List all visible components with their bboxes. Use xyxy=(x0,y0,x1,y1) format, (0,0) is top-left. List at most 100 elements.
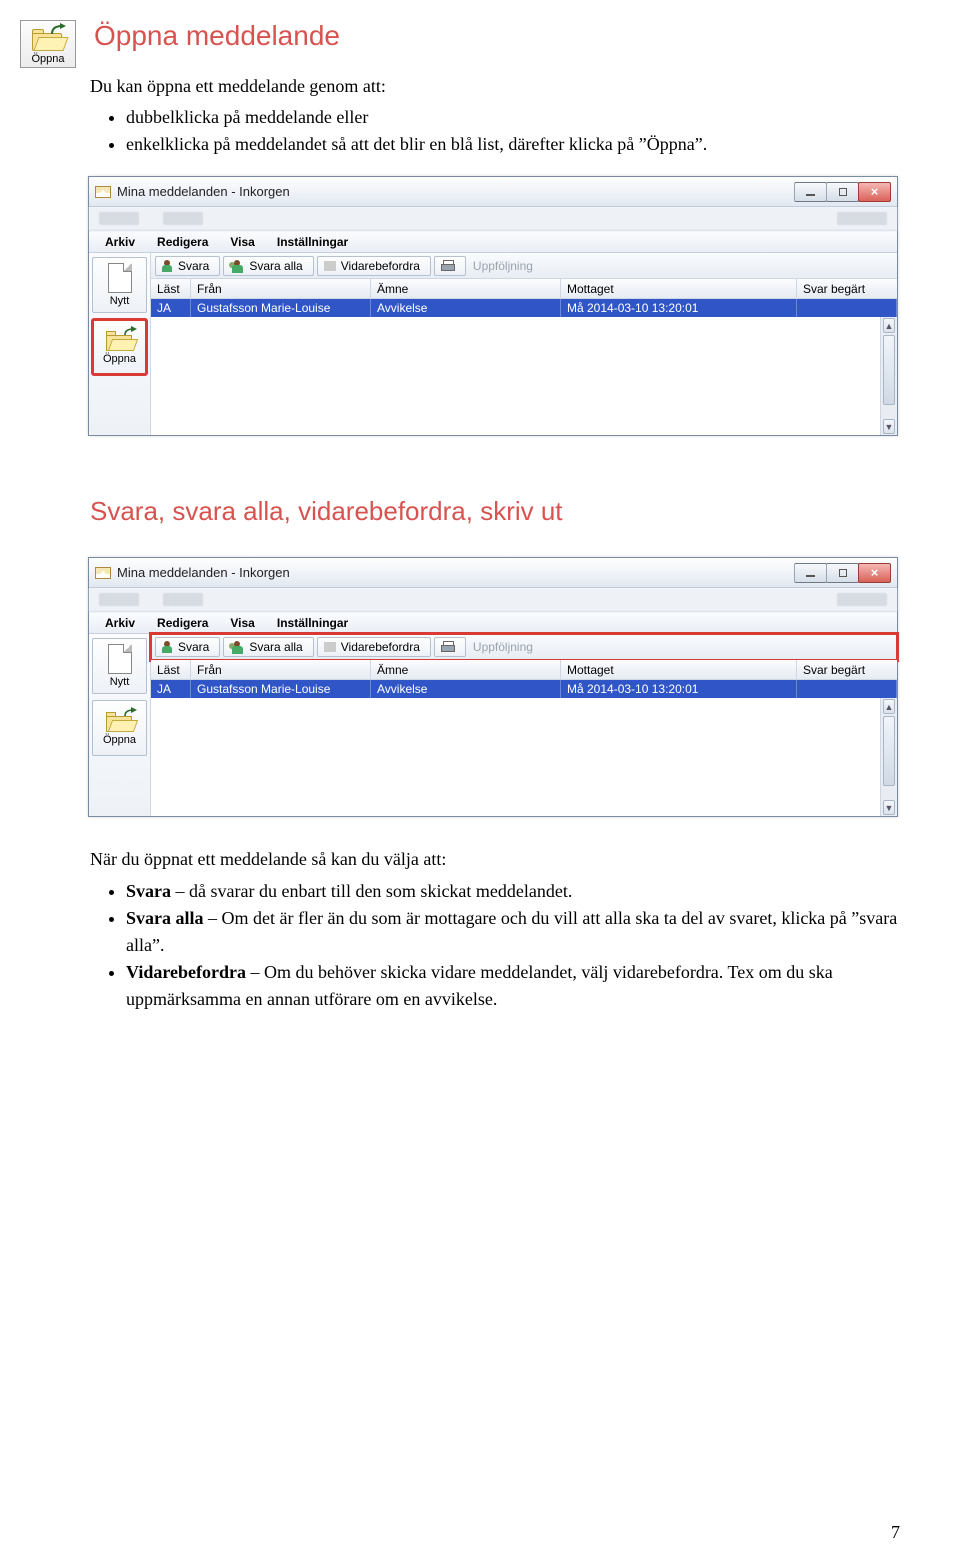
col-mottaget[interactable]: Mottaget xyxy=(561,279,797,298)
after-bullet: Svara – då svarar du enbart till den som… xyxy=(126,878,900,905)
minimize-button[interactable] xyxy=(794,182,827,202)
cell-fran: Gustafsson Marie-Louise xyxy=(191,680,371,698)
col-amne[interactable]: Ämne xyxy=(371,660,561,679)
window-title: Mina meddelanden - Inkorgen xyxy=(117,565,290,580)
intro-bullets: dubbelklicka på meddelande eller enkelkl… xyxy=(126,104,900,158)
col-last[interactable]: Läst xyxy=(151,279,191,298)
scroll-thumb[interactable] xyxy=(883,716,895,786)
open-button-large-label: Öppna xyxy=(21,53,75,65)
vertical-scrollbar[interactable]: ▲ ▼ xyxy=(880,317,897,435)
nytt-button[interactable]: Nytt xyxy=(92,638,147,694)
menu-visa[interactable]: Visa xyxy=(220,233,264,251)
col-svar[interactable]: Svar begärt xyxy=(797,660,897,679)
menu-redigera[interactable]: Redigera xyxy=(147,614,218,632)
cell-svar xyxy=(797,680,897,698)
scroll-up-icon[interactable]: ▲ xyxy=(883,699,895,714)
ribbon-blur xyxy=(89,588,897,612)
open-folder-icon xyxy=(105,329,135,351)
print-button[interactable] xyxy=(434,256,466,276)
grid-header: Läst Från Ämne Mottaget Svar begärt xyxy=(151,660,897,680)
svara-alla-button[interactable]: Svara alla xyxy=(223,637,313,657)
forward-icon xyxy=(324,642,336,652)
envelope-icon xyxy=(95,567,111,579)
titlebar: Mina meddelanden - Inkorgen × xyxy=(89,558,897,588)
col-mottaget[interactable]: Mottaget xyxy=(561,660,797,679)
after-bullet: Vidarebefordra – Om du behöver skicka vi… xyxy=(126,959,900,1013)
left-sidebar: Nytt Öppna xyxy=(89,634,151,816)
svara-label: Svara xyxy=(178,640,209,654)
scroll-thumb[interactable] xyxy=(883,335,895,405)
after-bullets: Svara – då svarar du enbart till den som… xyxy=(126,878,900,1013)
section-title-svara: Svara, svara alla, vidarebefordra, skriv… xyxy=(90,496,900,527)
scroll-down-icon[interactable]: ▼ xyxy=(883,800,895,815)
cell-last: JA xyxy=(151,299,191,317)
bullet-bold: Svara alla xyxy=(126,908,204,928)
oppna-button[interactable]: Öppna xyxy=(92,700,147,756)
person-icon xyxy=(162,641,173,652)
message-row-selected[interactable]: JA Gustafsson Marie-Louise Avvikelse Må … xyxy=(151,680,897,698)
grid-body-empty: ▲ ▼ xyxy=(151,698,897,816)
bullet-bold: Vidarebefordra xyxy=(126,962,246,982)
menu-redigera[interactable]: Redigera xyxy=(147,233,218,251)
svara-button[interactable]: Svara xyxy=(155,637,220,657)
message-row-selected[interactable]: JA Gustafsson Marie-Louise Avvikelse Må … xyxy=(151,299,897,317)
intro-lead: Du kan öppna ett meddelande genom att: xyxy=(90,74,900,98)
uppfoljning-disabled: Uppföljning xyxy=(473,640,533,654)
forward-icon xyxy=(324,261,336,271)
col-fran[interactable]: Från xyxy=(191,660,371,679)
scroll-down-icon[interactable]: ▼ xyxy=(883,419,895,434)
vidarebefordra-button[interactable]: Vidarebefordra xyxy=(317,637,431,657)
cell-last: JA xyxy=(151,680,191,698)
close-button[interactable]: × xyxy=(858,563,891,583)
close-button[interactable]: × xyxy=(858,182,891,202)
bullet-rest: – Om det är fler än du som är mottagare … xyxy=(126,908,897,955)
nytt-label: Nytt xyxy=(110,676,130,688)
cell-amne: Avvikelse xyxy=(371,680,561,698)
minimize-button[interactable] xyxy=(794,563,827,583)
maximize-button[interactable] xyxy=(826,182,859,202)
section-title-open: Öppna meddelande xyxy=(94,20,900,52)
ribbon-blur xyxy=(89,207,897,231)
maximize-button[interactable] xyxy=(826,563,859,583)
page-number: 7 xyxy=(891,1522,900,1543)
vidarebefordra-button[interactable]: Vidarebefordra xyxy=(317,256,431,276)
persons-icon xyxy=(230,260,244,272)
window-title: Mina meddelanden - Inkorgen xyxy=(117,184,290,199)
vertical-scrollbar[interactable]: ▲ ▼ xyxy=(880,698,897,816)
scroll-up-icon[interactable]: ▲ xyxy=(883,318,895,333)
menubar: Arkiv Redigera Visa Inställningar xyxy=(89,612,897,634)
intro-bullet: enkelklicka på meddelandet så att det bl… xyxy=(126,131,900,158)
col-fran[interactable]: Från xyxy=(191,279,371,298)
svara-alla-label: Svara alla xyxy=(249,259,302,273)
col-last[interactable]: Läst xyxy=(151,660,191,679)
persons-icon xyxy=(230,641,244,653)
oppna-button-highlighted[interactable]: Öppna xyxy=(92,319,147,375)
new-doc-icon xyxy=(108,644,132,674)
cell-amne: Avvikelse xyxy=(371,299,561,317)
new-doc-icon xyxy=(108,263,132,293)
after-lead: När du öppnat ett meddelande så kan du v… xyxy=(90,847,900,871)
cell-fran: Gustafsson Marie-Louise xyxy=(191,299,371,317)
grid-body-empty: ▲ ▼ xyxy=(151,317,897,435)
svara-alla-button[interactable]: Svara alla xyxy=(223,256,313,276)
menu-installningar[interactable]: Inställningar xyxy=(267,614,358,632)
titlebar: Mina meddelanden - Inkorgen × xyxy=(89,177,897,207)
message-toolbar: Svara Svara alla Vidarebefordra Uppföljn… xyxy=(151,253,897,279)
menu-arkiv[interactable]: Arkiv xyxy=(95,233,145,251)
svara-button[interactable]: Svara xyxy=(155,256,220,276)
bullet-bold: Svara xyxy=(126,881,171,901)
left-sidebar: Nytt Öppna xyxy=(89,253,151,435)
col-svar[interactable]: Svar begärt xyxy=(797,279,897,298)
menu-visa[interactable]: Visa xyxy=(220,614,264,632)
nytt-label: Nytt xyxy=(110,295,130,307)
intro-bullet: dubbelklicka på meddelande eller xyxy=(126,104,900,131)
open-button-large: Öppna xyxy=(20,20,76,68)
nytt-button[interactable]: Nytt xyxy=(92,257,147,313)
oppna-label: Öppna xyxy=(103,353,136,365)
print-button[interactable] xyxy=(434,637,466,657)
menu-installningar[interactable]: Inställningar xyxy=(267,233,358,251)
menu-arkiv[interactable]: Arkiv xyxy=(95,614,145,632)
col-amne[interactable]: Ämne xyxy=(371,279,561,298)
print-icon xyxy=(441,641,455,653)
app-window-2: Mina meddelanden - Inkorgen × Arkiv Redi… xyxy=(88,557,898,817)
